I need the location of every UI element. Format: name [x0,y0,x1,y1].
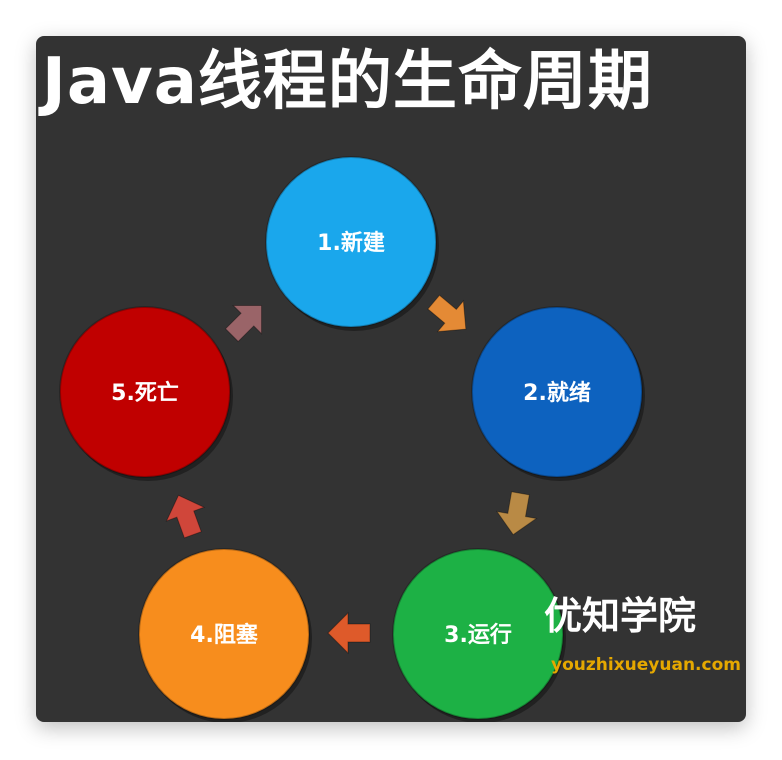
state-label: 5.死亡 [111,380,179,406]
state-node: 2.就绪 [471,306,645,481]
flow-arrow-icon [427,294,467,333]
state-node: 5.死亡 [59,306,233,481]
state-label: 4.阻塞 [190,622,259,648]
flow-arrow-icon [495,491,538,536]
diagram-card: Java线程的生命周期 1.新建 2.就绪 3.运行 4.阻塞 5.死亡 优知学院 yo… [36,36,746,722]
flow-arrow-icon [327,611,371,655]
flow-arrow-icon [165,494,206,539]
watermark-logo-text: 优知学院 [544,594,697,638]
state-node: 3.运行 [392,548,566,722]
flow-arrow-icon [224,304,263,343]
state-label: 2.就绪 [523,380,591,406]
state-node: 1.新建 [265,156,439,331]
state-label: 3.运行 [444,622,512,648]
state-node: 4.阻塞 [138,548,312,722]
state-label: 1.新建 [317,230,385,256]
watermark-url: youzhixueyuan.com [551,655,741,675]
